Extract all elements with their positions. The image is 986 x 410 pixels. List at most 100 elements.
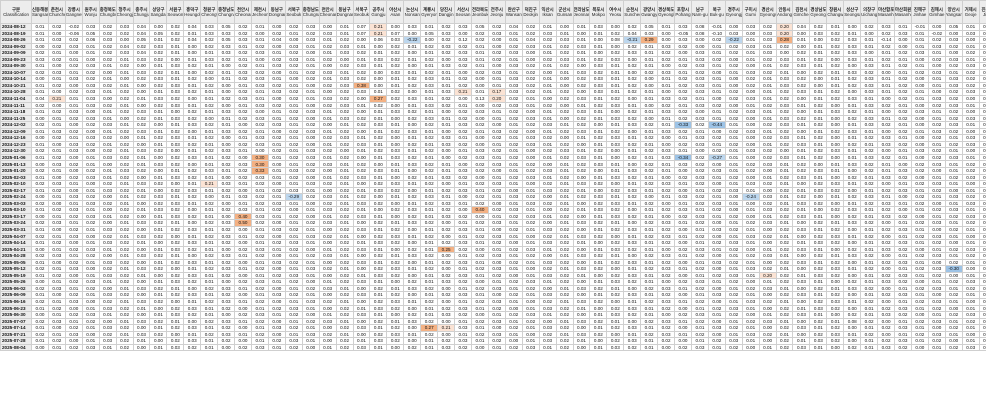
column-header[interactable]: 춘천시Chuncheon xyxy=(47,0,66,24)
column-header[interactable]: 진해구 Jinhae xyxy=(910,0,929,24)
column-header[interactable]: 덕진구 Deokjin xyxy=(521,0,540,24)
column-header[interactable]: 충주시 Chungju xyxy=(132,0,151,24)
column-header[interactable]: 제천시 Jecheon xyxy=(250,0,269,24)
table-cell[interactable]: 0.00 xyxy=(470,343,489,352)
column-header[interactable]: 경상남도Gyeongnam xyxy=(809,0,828,24)
table-cell[interactable]: 0.01 xyxy=(860,343,879,352)
table-cell[interactable]: 0.03 xyxy=(521,343,540,352)
column-header[interactable]: 서북구 Seobuk xyxy=(352,0,371,24)
column-header[interactable]: 충청남도Chungnam xyxy=(217,0,236,24)
column-header[interactable]: 서북구 Seobuk xyxy=(284,0,303,24)
column-header[interactable]: 당진시 Dangjin xyxy=(437,0,456,24)
column-header[interactable]: 창원시Changwon xyxy=(826,0,845,24)
table-cell[interactable]: 0.02 xyxy=(335,343,354,352)
table-cell[interactable]: 0.01 xyxy=(640,343,659,352)
table-cell[interactable]: 0.01 xyxy=(369,343,388,352)
table-cell[interactable]: 0.00 xyxy=(910,343,929,352)
table-cell[interactable]: 0.01 xyxy=(927,343,946,352)
column-header[interactable]: 목포시 Mokpo xyxy=(589,0,608,24)
table-cell[interactable]: 0.03 xyxy=(792,343,811,352)
table-cell[interactable]: 0.01 xyxy=(47,343,66,352)
column-header[interactable]: 아산시 Asan xyxy=(386,0,405,24)
column-header[interactable]: 익산시 Iksan xyxy=(538,0,557,24)
column-header[interactable]: 김천시Gimcheon xyxy=(792,0,811,24)
table-cell[interactable]: 0.00 xyxy=(826,343,845,352)
column-header[interactable]: 논산시 Nonsan xyxy=(403,0,422,24)
table-cell[interactable]: 0.03 xyxy=(690,343,709,352)
table-cell[interactable]: 0.01 xyxy=(98,343,117,352)
row-date[interactable]: 2025-08-04 xyxy=(0,343,32,352)
table-cell[interactable]: 0.02 xyxy=(674,343,692,352)
column-header[interactable]: 청주시Cheongju xyxy=(115,0,134,24)
table-cell[interactable]: 0.00 xyxy=(572,343,591,352)
table-cell[interactable]: 0.00 xyxy=(132,343,151,352)
column-header[interactable]: 천안시 Cheonan xyxy=(234,0,252,24)
table-cell[interactable]: 0.02 xyxy=(284,343,303,352)
column-header[interactable]: 군산시 Gunsan xyxy=(555,0,574,24)
table-cell[interactable]: 0.00 xyxy=(31,343,49,352)
column-header[interactable]: 충청남도Chungnam xyxy=(301,0,320,24)
header-classification[interactable]: 구분 Classification xyxy=(0,0,32,24)
table-cell[interactable]: 0.02 xyxy=(115,343,134,352)
table-cell[interactable]: 0.03 xyxy=(250,343,269,352)
column-header[interactable]: 공주시 Gongju xyxy=(369,0,388,24)
column-header[interactable]: 마산합포구Masanhappo xyxy=(877,0,896,24)
column-header[interactable]: 전라북도 Jeonbuk xyxy=(470,0,489,24)
table-cell[interactable]: 0.01 xyxy=(267,343,286,352)
column-header[interactable]: 청원구Cheongwon xyxy=(200,0,219,24)
column-header[interactable]: 의창구 Uichang xyxy=(860,0,879,24)
column-header[interactable]: 경주시Gyeongju xyxy=(724,0,743,24)
column-header[interactable]: 광양시Gwangyang xyxy=(640,0,659,24)
table-cell[interactable]: 0.02 xyxy=(775,343,794,352)
column-header[interactable]: 동남구Dongnam xyxy=(335,0,354,24)
column-header[interactable]: 서산시 Seosan xyxy=(454,0,472,24)
table-cell[interactable]: 0.03 xyxy=(437,343,456,352)
column-header[interactable]: 천안시 Cheonan xyxy=(318,0,337,24)
table-cell[interactable]: 0.01 xyxy=(200,343,219,352)
table-cell[interactable]: 0.02 xyxy=(555,343,574,352)
table-cell[interactable]: 0.01 xyxy=(538,343,557,352)
table-cell[interactable]: 0.02 xyxy=(623,343,642,352)
column-header[interactable]: 원주시 Wonju xyxy=(81,0,100,24)
table-cell[interactable]: 0.02 xyxy=(944,343,963,352)
table-cell[interactable]: 0.00 xyxy=(301,343,320,352)
column-header[interactable]: 서원구 Seowon xyxy=(166,0,185,24)
column-header[interactable]: 양산시 Yangsan xyxy=(944,0,963,24)
table-cell[interactable]: 0.01 xyxy=(707,343,726,352)
column-header[interactable]: 포항시 Pohang xyxy=(674,0,692,24)
column-header[interactable]: 마산회원구Masanhoewon xyxy=(894,0,912,24)
column-header[interactable]: 충청북도Chungbuk xyxy=(98,0,117,24)
column-header[interactable]: 거제시 Geoje xyxy=(961,0,980,24)
table-cell[interactable]: 0.02 xyxy=(183,343,202,352)
table-cell[interactable]: 0.02 xyxy=(403,343,422,352)
column-header[interactable]: 성산구Seongsan xyxy=(843,0,862,24)
column-header[interactable]: 신동해봉 Sangsan xyxy=(31,0,49,24)
column-header[interactable]: 북구 Buk-gu xyxy=(707,0,726,24)
column-header[interactable]: 완산구 Wansan xyxy=(504,0,523,24)
table-cell[interactable]: 0.02 xyxy=(64,343,83,352)
column-header[interactable]: 진주시Jinju xyxy=(978,0,986,24)
table-cell[interactable]: 0.02 xyxy=(504,343,523,352)
table-cell[interactable]: 0.03 xyxy=(961,343,980,352)
table-cell[interactable]: 0.02 xyxy=(454,343,472,352)
column-header[interactable]: 경산시Gyeongsan xyxy=(758,0,777,24)
column-header[interactable]: 순천시Suncheon xyxy=(623,0,642,24)
table-cell[interactable]: 0.00 xyxy=(741,343,760,352)
column-header[interactable]: 계룡시Gyeryong xyxy=(420,0,439,24)
table-cell[interactable]: 0.01 xyxy=(318,343,337,352)
table-cell[interactable]: 0.02 xyxy=(234,343,252,352)
table-cell[interactable]: 0.02 xyxy=(724,343,743,352)
column-header[interactable]: 동남구Dongnam xyxy=(267,0,286,24)
column-header[interactable]: 강릉시Gangneung xyxy=(64,0,83,24)
column-header[interactable]: 남구 Nam-gu xyxy=(690,0,709,24)
column-header[interactable]: 안동시 Andong xyxy=(775,0,794,24)
table-cell[interactable]: 0.01 xyxy=(149,343,168,352)
table-cell[interactable]: 0.00 xyxy=(657,343,676,352)
table-cell[interactable]: 0.01 xyxy=(758,343,777,352)
table-cell[interactable]: 0.03 xyxy=(81,343,100,352)
table-cell[interactable]: 0.01 xyxy=(487,343,506,352)
table-cell[interactable]: 0.01 xyxy=(589,343,608,352)
column-header[interactable]: 경상북도Gyeongbuk xyxy=(657,0,676,24)
column-header[interactable]: 상당구Sangdang xyxy=(149,0,168,24)
table-cell[interactable]: 0.03 xyxy=(606,343,625,352)
